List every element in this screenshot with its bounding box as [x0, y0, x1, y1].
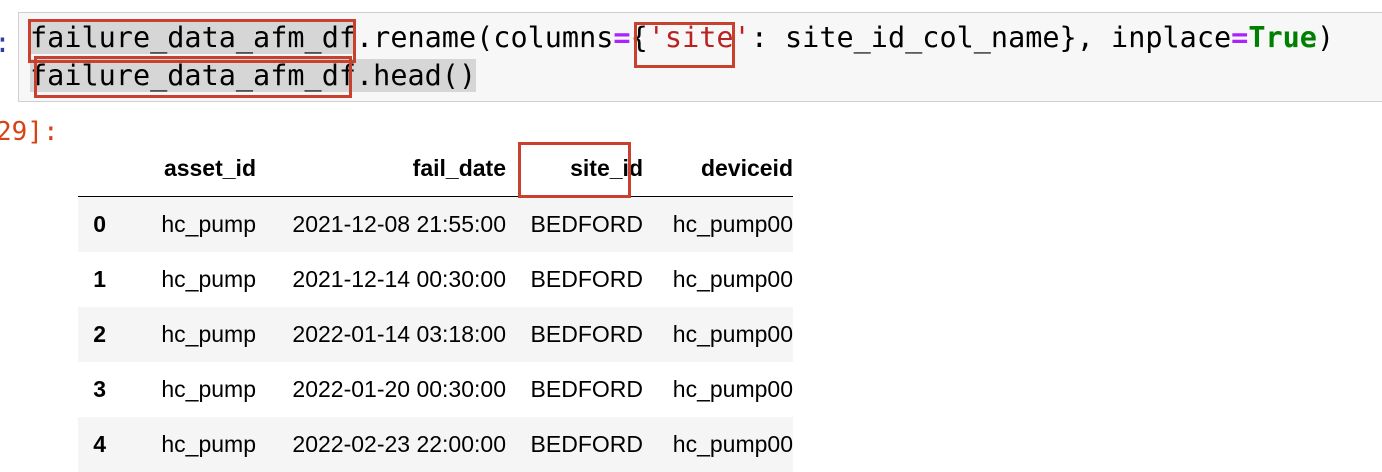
table-row: 4 hc_pump 2022-02-23 22:00:00 BEDFORD hc… [78, 416, 793, 472]
code-operator: = [613, 21, 631, 54]
table-cell: hc_pump [161, 320, 256, 347]
row-index: 3 [93, 375, 106, 402]
code-method: .rename(columns [356, 21, 614, 54]
code-keyword: True [1248, 21, 1317, 54]
table-cell: hc_pump00 [672, 265, 793, 292]
table-cell: BEDFORD [530, 210, 643, 237]
row-index: 0 [93, 210, 106, 237]
table-cell: hc_pump [161, 375, 256, 402]
input-prompt: : [0, 26, 11, 59]
code-paren: ) [1316, 21, 1335, 54]
code-operator: = [1231, 21, 1249, 54]
column-header: asset_id [106, 140, 256, 197]
table-cell: 2021-12-14 00:30:00 [292, 265, 506, 292]
dataframe-table: asset_id fail_date site_id deviceid 0 hc… [78, 140, 793, 472]
table-row: 1 hc_pump 2021-12-14 00:30:00 BEDFORD hc… [78, 252, 793, 307]
code-args: : site_id_col_name}, inplace [750, 21, 1232, 54]
table-header-row: asset_id fail_date site_id deviceid [78, 140, 793, 197]
row-index: 2 [93, 320, 106, 347]
table-row: 3 hc_pump 2022-01-20 00:30:00 BEDFORD hc… [78, 362, 793, 417]
table-cell: hc_pump00 [672, 430, 793, 457]
table-cell: BEDFORD [530, 430, 643, 457]
column-header: deviceid [643, 140, 793, 197]
table-cell: hc_pump [161, 265, 256, 292]
table-cell: hc_pump00 [672, 210, 793, 237]
annotation-box-site-id-header [518, 142, 631, 198]
table-cell: 2022-01-14 03:18:00 [292, 320, 506, 347]
output-prompt: 29]: [0, 117, 59, 147]
table-cell: hc_pump [161, 210, 256, 237]
table-cell: BEDFORD [530, 265, 643, 292]
table-cell: hc_pump00 [672, 320, 793, 347]
index-header [78, 140, 106, 197]
table-cell: hc_pump00 [672, 375, 793, 402]
row-index: 4 [93, 430, 106, 457]
table-row: 2 hc_pump 2022-01-14 03:18:00 BEDFORD hc… [78, 306, 793, 362]
table-cell: 2021-12-08 21:55:00 [292, 210, 506, 237]
column-header: fail_date [256, 140, 506, 197]
table-cell: 2022-01-20 00:30:00 [292, 375, 506, 402]
table-cell: 2022-02-23 22:00:00 [292, 430, 506, 457]
row-index: 1 [93, 265, 106, 292]
annotation-box-site-key [634, 22, 735, 68]
code-method: .head() [356, 59, 477, 92]
table-cell: BEDFORD [530, 375, 643, 402]
table-cell: BEDFORD [530, 320, 643, 347]
table-row: 0 hc_pump 2021-12-08 21:55:00 BEDFORD hc… [78, 196, 793, 252]
table-cell: hc_pump [161, 430, 256, 457]
annotation-box-variable-line2 [34, 56, 352, 98]
